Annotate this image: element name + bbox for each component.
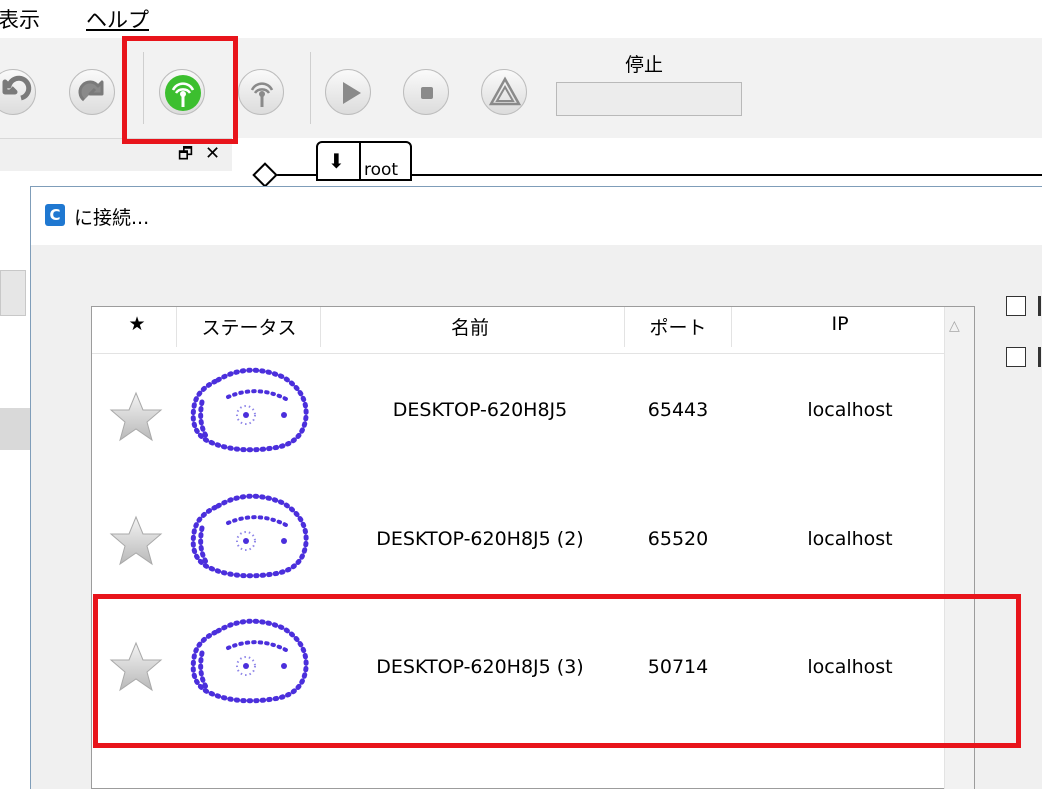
favorite-star-icon[interactable] [108, 390, 164, 448]
row-name: DESKTOP-620H8J5 [392, 399, 568, 421]
header-status[interactable]: ステータス [182, 313, 316, 340]
root-node-divider [359, 143, 361, 181]
highlight-selected-row [93, 594, 1021, 748]
warning-icon [488, 76, 522, 106]
option-checkbox[interactable] [1006, 347, 1026, 367]
background-panel-row [0, 408, 30, 450]
undo-icon [2, 75, 32, 101]
column-separator [624, 307, 625, 347]
app-badge-icon: C [45, 204, 65, 226]
play-button[interactable] [325, 69, 371, 115]
down-arrow-icon: ⬇ [328, 149, 345, 173]
column-separator [176, 307, 177, 347]
redo-button[interactable] [69, 69, 115, 115]
dialog-title: に接続... [74, 207, 150, 229]
row-name: DESKTOP-620H8J5 (2) [376, 528, 584, 550]
disconnect-icon [250, 82, 274, 107]
close-panel-icon[interactable]: ✕ [205, 143, 220, 164]
stop-button[interactable] [403, 69, 449, 115]
background-panel-control [0, 270, 26, 316]
header-port[interactable]: ポート [630, 313, 726, 340]
redo-icon [78, 80, 104, 102]
column-separator [320, 307, 321, 347]
favorite-star-icon[interactable] [108, 514, 164, 572]
row-port: 65520 [647, 528, 709, 550]
status-label: 停止 [625, 54, 664, 76]
warning-button[interactable] [481, 69, 527, 115]
robot-status-icon [188, 362, 312, 458]
disconnect-button[interactable] [238, 69, 284, 115]
graph-diamond-node[interactable] [252, 162, 278, 188]
status-field [556, 82, 742, 116]
restore-panel-icon[interactable]: 🗗 [178, 143, 193, 170]
scroll-up-arrow-icon[interactable]: △ [949, 318, 960, 334]
menu-view[interactable]: 表示 [0, 4, 40, 34]
option-checkbox-label [1038, 296, 1041, 316]
option-checkbox[interactable] [1006, 296, 1026, 316]
header-favorite[interactable]: ★ [122, 313, 152, 335]
stop-icon [421, 87, 433, 99]
menu-help[interactable]: ヘルプ [86, 4, 149, 34]
row-ip: localhost [807, 528, 893, 550]
toolbar-separator [310, 52, 311, 124]
robot-status-icon [188, 488, 312, 584]
root-node[interactable]: ⬇ root [316, 141, 412, 181]
menu-bar: 表示 ヘルプ [0, 0, 1042, 38]
highlight-connect-button [122, 36, 238, 144]
dialog-titlebar [31, 187, 1042, 245]
root-node-label: root [364, 160, 399, 180]
header-ip[interactable]: IP [780, 313, 900, 335]
row-ip: localhost [807, 399, 893, 421]
option-checkbox-label [1038, 347, 1041, 367]
header-name[interactable]: 名前 [400, 313, 540, 340]
undo-button[interactable] [0, 69, 36, 115]
row-port: 65443 [647, 399, 709, 421]
column-separator [731, 307, 732, 347]
play-icon [343, 82, 361, 104]
